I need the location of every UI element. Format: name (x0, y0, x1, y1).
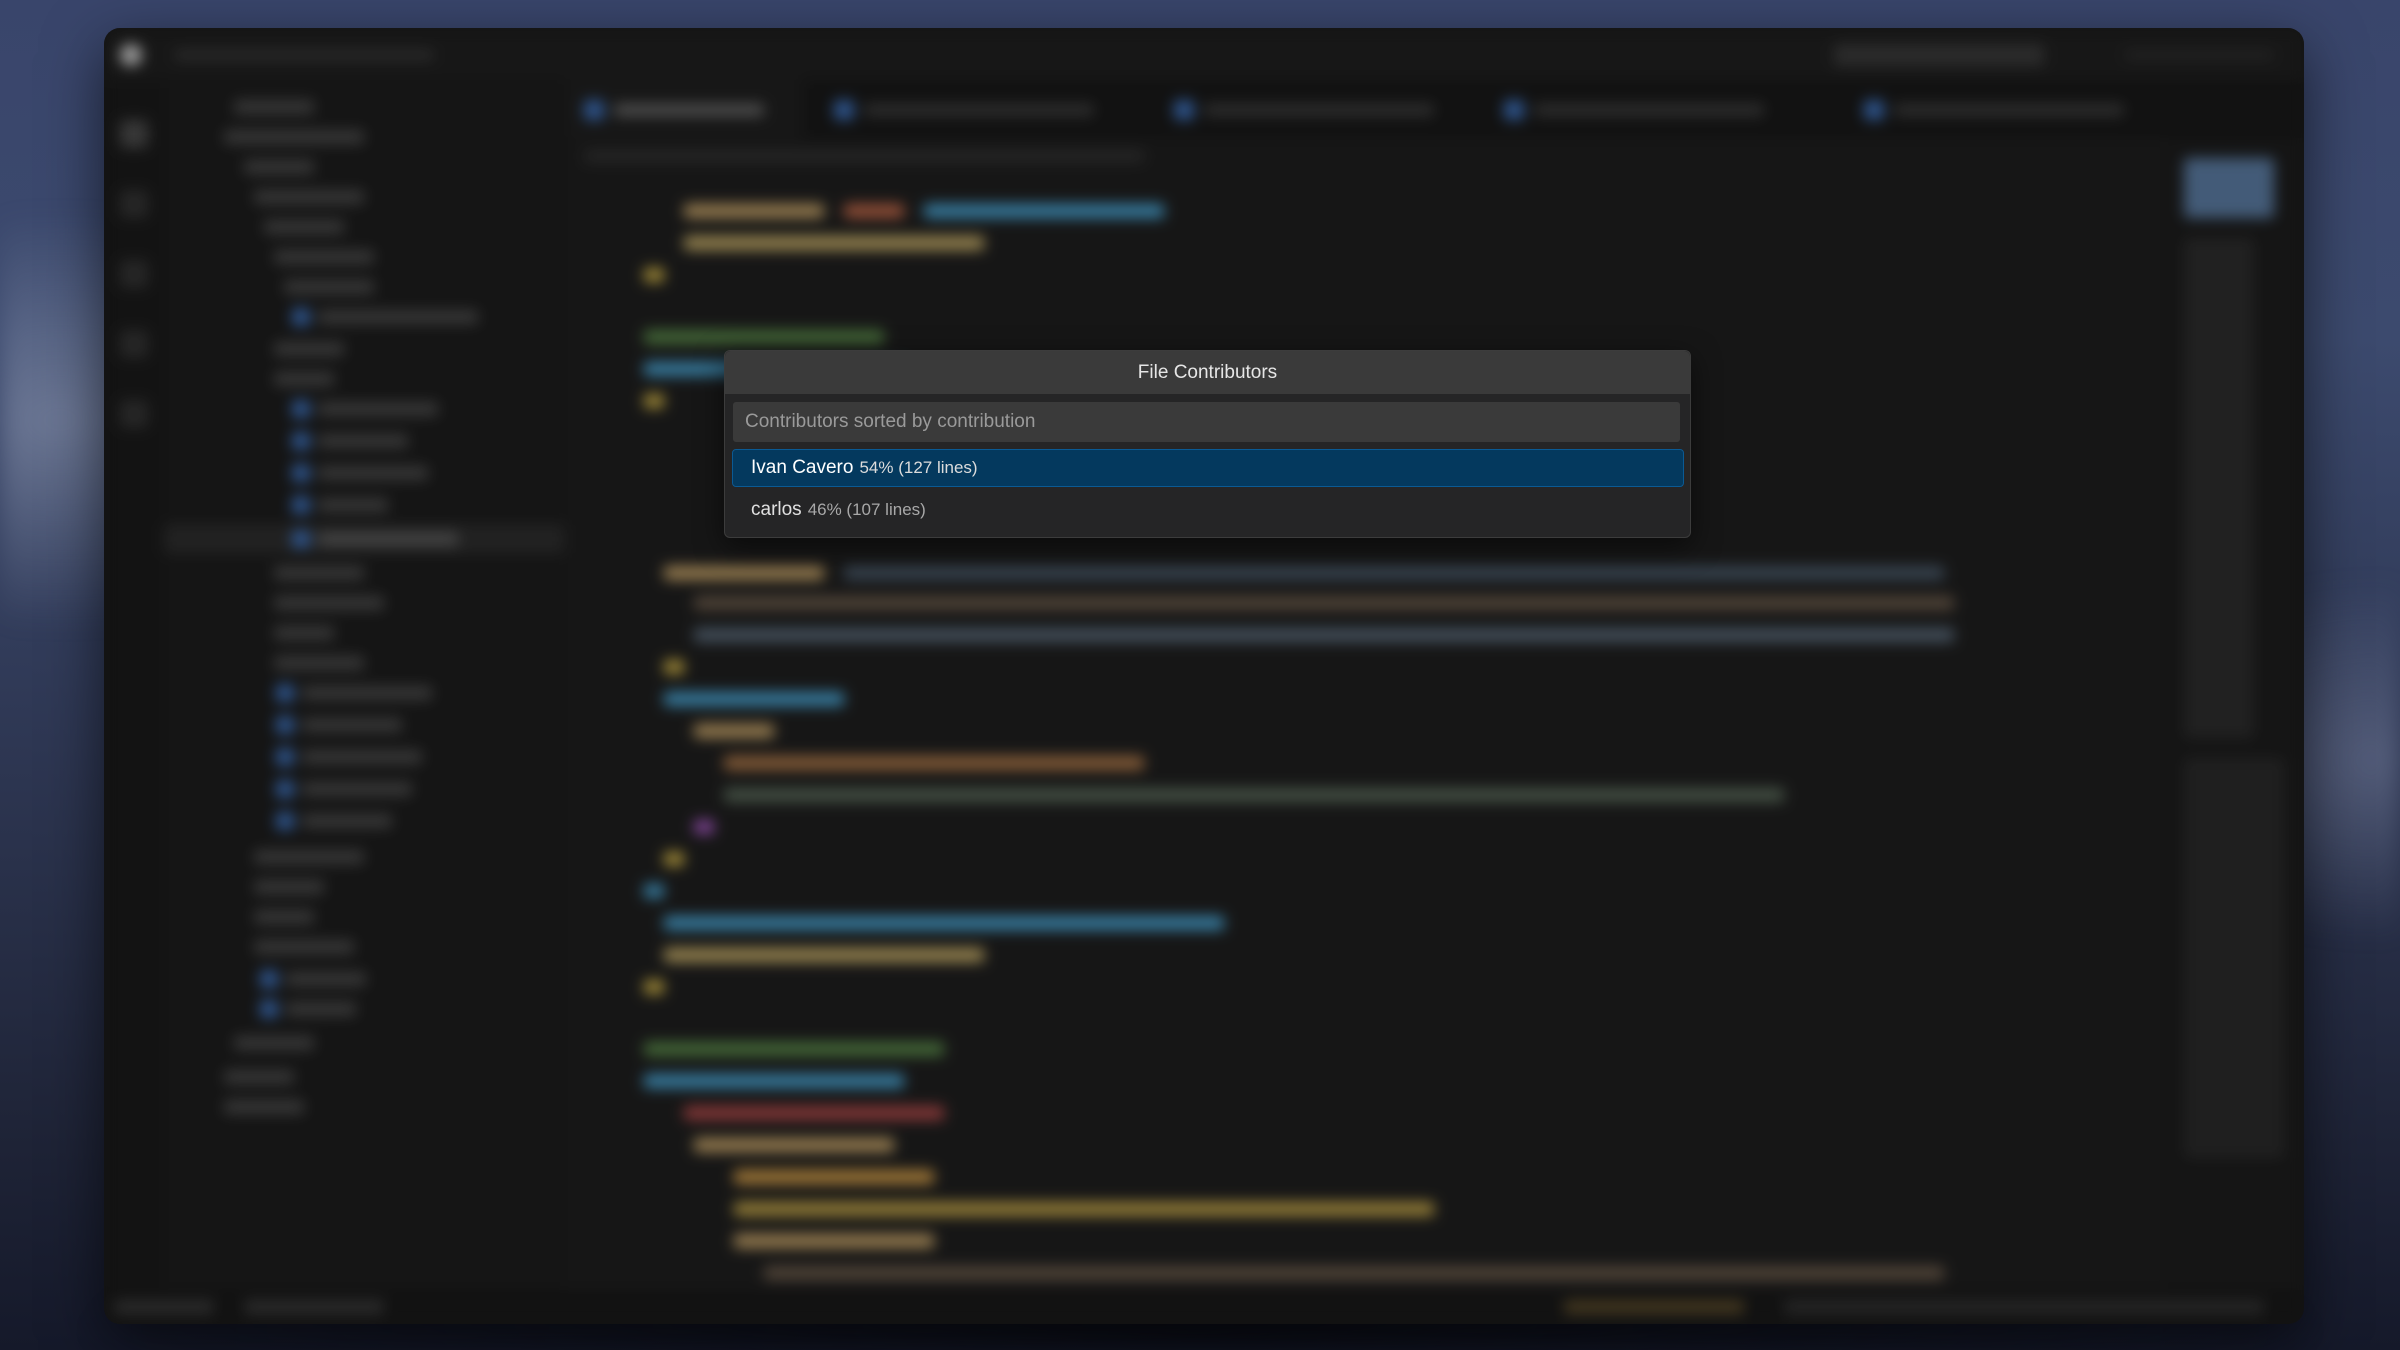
contributor-item-carlos[interactable]: carlos 46% (107 lines) (733, 492, 1683, 528)
contributor-share: 46% (107 lines) (807, 500, 926, 519)
contributors-list: Ivan Cavero 54% (127 lines) carlos 46% (10… (732, 449, 1684, 534)
contributor-name: Ivan Cavero (751, 457, 854, 478)
file-contributors-quick-pick: File Contributors Ivan Cavero 54% (127 li… (724, 350, 1691, 538)
dim-overlay (104, 28, 2304, 1324)
quick-pick-title: File Contributors (725, 351, 1690, 394)
editor-window-background (104, 28, 2304, 1324)
contributors-filter-input[interactable] (733, 402, 1680, 442)
contributor-item-ivan-cavero[interactable]: Ivan Cavero 54% (127 lines) (732, 449, 1684, 487)
contributor-name: carlos (751, 499, 802, 520)
contributor-share: 54% (127 lines) (859, 458, 978, 477)
